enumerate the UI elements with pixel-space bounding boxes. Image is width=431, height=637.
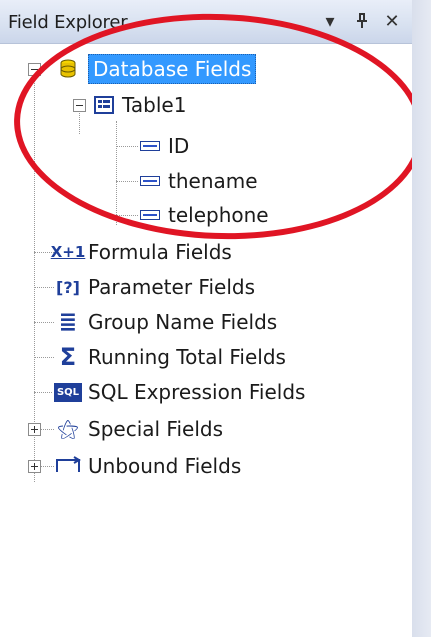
tree-guide: [116, 146, 138, 147]
tree-item-label: Parameter Fields: [88, 275, 255, 299]
tree-item-field-thename[interactable]: thename: [138, 164, 258, 198]
close-icon[interactable]: ✕: [380, 10, 404, 32]
tree-item-field-id[interactable]: ID: [138, 129, 189, 163]
tree-guide: [34, 392, 54, 393]
sql-icon-text: SQL: [52, 381, 84, 403]
expand-toggle-special-fields[interactable]: [28, 423, 41, 436]
tree-guide: [116, 215, 138, 216]
tree-item-field-telephone[interactable]: telephone: [138, 198, 269, 232]
field-explorer-panel: Field Explorer ▾ ✕ Database Fields Table…: [0, 0, 428, 637]
unbound-icon: [54, 454, 82, 478]
window-gutter: [412, 0, 431, 637]
expand-toggle-table1[interactable]: [73, 99, 86, 112]
tree-item-running-total-fields[interactable]: Σ Running Total Fields: [54, 340, 286, 374]
tree-item-label: Formula Fields: [88, 240, 232, 264]
tree-guide: [116, 181, 138, 182]
special-icon: ⚝: [57, 416, 79, 442]
tree-guide: [34, 69, 35, 482]
tree-item-label: telephone: [168, 203, 269, 227]
tree-item-sql-expression-fields[interactable]: SQL SQL Expression Fields: [52, 375, 306, 409]
tree-guide: [34, 287, 54, 288]
tree-item-special-fields[interactable]: ⚝ Special Fields: [54, 412, 223, 446]
tree-item-formula-fields[interactable]: X+1 Formula Fields: [50, 235, 232, 269]
pin-icon[interactable]: [350, 10, 374, 32]
tree-item-label: ID: [168, 134, 190, 158]
field-tree: Database Fields Table1 ID thename teleph…: [0, 45, 412, 637]
field-icon: [138, 169, 162, 193]
tree-item-label: Table1: [122, 93, 187, 117]
tree-guide: [116, 121, 117, 225]
database-icon: [54, 57, 82, 81]
tree-item-table1[interactable]: Table1: [92, 88, 186, 122]
tree-guide: [34, 322, 54, 323]
tree-guide: [34, 357, 54, 358]
formula-icon: X+1: [50, 243, 86, 261]
panel-titlebar: Field Explorer ▾ ✕: [0, 0, 412, 44]
group-icon: ≣: [58, 309, 78, 335]
tree-item-group-name-fields[interactable]: ≣ Group Name Fields: [54, 305, 277, 339]
tree-item-unbound-fields[interactable]: Unbound Fields: [54, 449, 241, 483]
parameter-icon: [?]: [56, 277, 80, 297]
expand-toggle-unbound-fields[interactable]: [28, 460, 41, 473]
expand-toggle-database-fields[interactable]: [28, 63, 41, 76]
tree-item-label: Unbound Fields: [88, 454, 242, 478]
sql-icon: SQL: [52, 380, 84, 404]
tree-item-label: Special Fields: [88, 417, 223, 441]
tree-item-label: Group Name Fields: [88, 310, 278, 334]
tree-item-label: Running Total Fields: [88, 345, 286, 369]
tree-item-database-fields[interactable]: Database Fields: [54, 52, 257, 86]
tree-item-label: SQL Expression Fields: [88, 380, 306, 404]
tree-item-parameter-fields[interactable]: [?] Parameter Fields: [54, 270, 255, 304]
field-icon: [138, 203, 162, 227]
dropdown-icon[interactable]: ▾: [318, 10, 342, 32]
panel-title: Field Explorer: [8, 12, 128, 33]
tree-item-label: thename: [168, 169, 258, 193]
pin-icon-svg: [357, 13, 367, 28]
table-icon: [92, 93, 116, 117]
sigma-icon: Σ: [59, 343, 77, 371]
tree-item-label: Database Fields: [88, 54, 257, 84]
field-icon: [138, 134, 162, 158]
